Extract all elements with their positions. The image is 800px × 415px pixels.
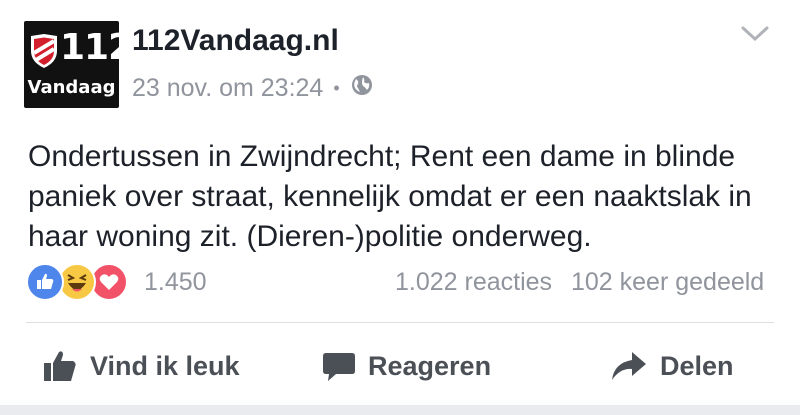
meta-separator: • xyxy=(333,78,340,98)
share-button-label: Delen xyxy=(660,350,734,381)
share-count[interactable]: 102 keer gedeeld xyxy=(571,268,764,297)
post-text-line: paniek over straat, kennelijk omdat er e… xyxy=(28,180,752,213)
comment-button[interactable]: Reageren xyxy=(322,343,491,389)
globe-icon xyxy=(350,73,374,104)
like-button-label: Vind ik leuk xyxy=(90,350,240,381)
reactions-row: 1.450 1.022 reacties 102 keer gedeeld xyxy=(26,263,776,303)
comment-button-label: Reageren xyxy=(368,350,492,381)
divider xyxy=(26,322,774,323)
share-arrow-icon xyxy=(610,349,648,383)
reaction-count[interactable]: 1.450 xyxy=(144,268,207,297)
comment-icon xyxy=(322,349,356,383)
like-reaction-icon[interactable] xyxy=(26,263,64,301)
avatar-number: 112 xyxy=(60,27,119,68)
page-name-link[interactable]: 112Vandaag.nl xyxy=(132,24,339,58)
post-text: Ondertussen in Zwijndrecht; Rent een dam… xyxy=(28,137,780,257)
share-button[interactable]: Delen xyxy=(610,343,734,389)
post-timestamp[interactable]: 23 nov. om 23:24 xyxy=(132,74,323,103)
shield-logo-icon xyxy=(31,34,57,68)
post-meta: 23 nov. om 23:24 • xyxy=(132,73,374,104)
post-avatar[interactable]: 112 Vandaag xyxy=(24,21,119,108)
thumbs-up-icon xyxy=(42,348,78,384)
comment-count[interactable]: 1.022 reacties xyxy=(395,268,552,297)
post-text-line: haar woning zit. (Dieren-)politie onderw… xyxy=(28,220,592,253)
chevron-down-icon[interactable] xyxy=(740,25,770,48)
bottom-strip xyxy=(0,405,800,415)
post-text-line: Ondertussen in Zwijndrecht; Rent een dam… xyxy=(28,140,736,173)
like-button[interactable]: Vind ik leuk xyxy=(42,343,240,389)
avatar-word: Vandaag xyxy=(27,77,116,98)
